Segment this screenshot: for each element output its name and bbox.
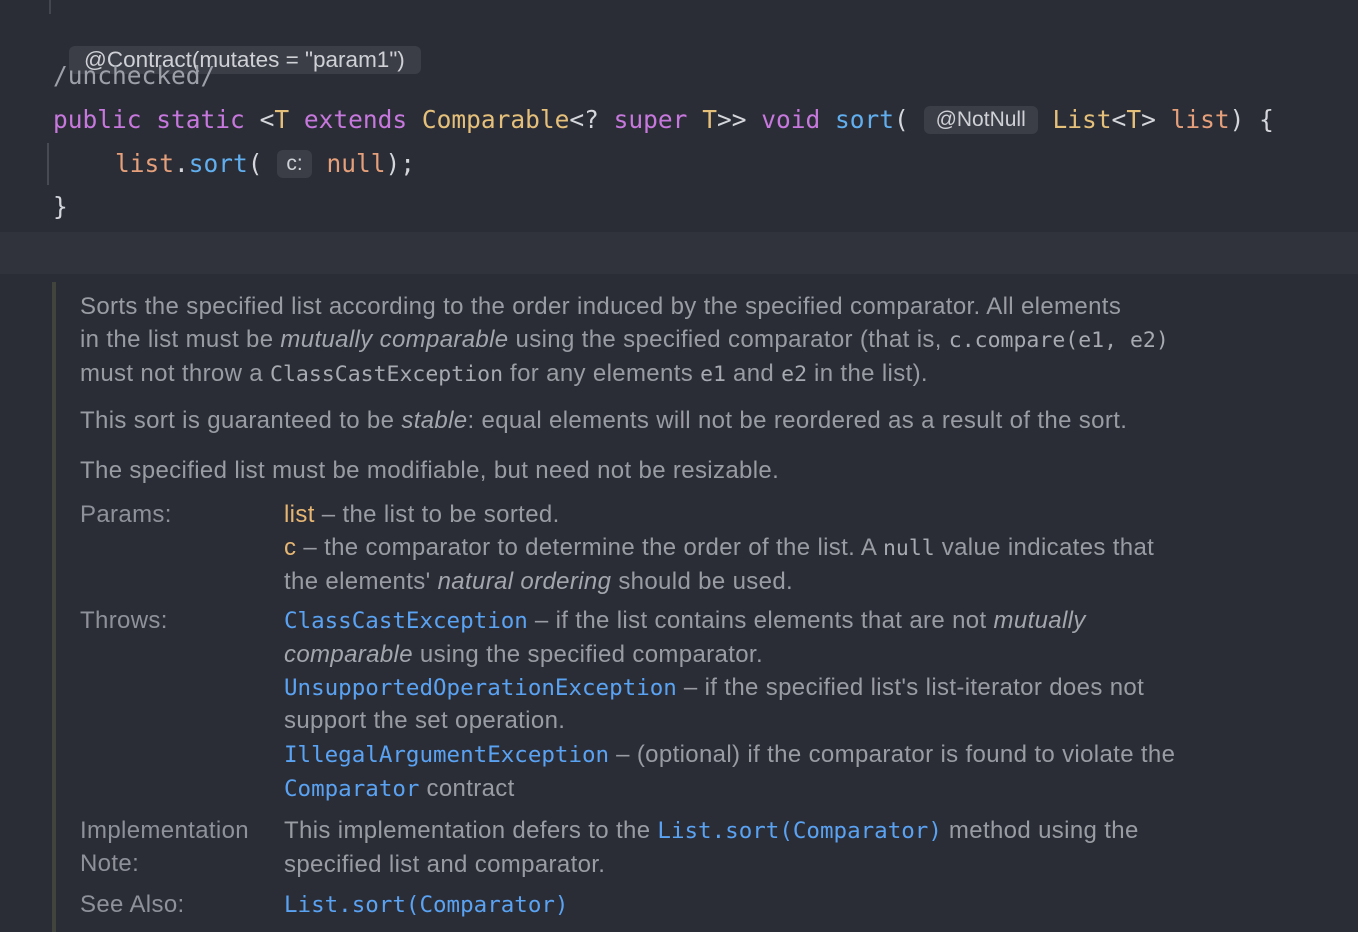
link-classcastexception[interactable]: ClassCastException [284, 608, 528, 634]
kw-static: static [156, 105, 245, 134]
rendered-javadoc: Sorts the specified list according to th… [52, 282, 1358, 932]
impl-note-row-2: specified list and comparator. [284, 851, 606, 878]
text: for any elements [503, 360, 701, 387]
doc-paragraph-3: The specified list must be modifiable, b… [80, 457, 780, 484]
doc-paragraph-1-line-1: Sorts the specified list according to th… [80, 293, 1122, 320]
signature-end: ) { [1229, 105, 1274, 134]
text: – if the list contains elements that are… [527, 607, 994, 634]
caret-row-highlight [0, 232, 1358, 274]
type-param-t-2: T [702, 105, 717, 134]
text: using the specified comparator. [412, 641, 763, 668]
text: method using the [941, 817, 1139, 844]
block-indent-guide [47, 143, 49, 185]
code-compare: c.compare(e1, e2) [948, 328, 1169, 353]
wildcard: <? [569, 105, 614, 134]
emphasis-mutually-comparable: mutually comparable [280, 326, 509, 353]
param-list-row: list – the list to be sorted. [284, 498, 560, 531]
code-null: null [882, 536, 935, 561]
call-end: ); [385, 149, 415, 178]
param-list[interactable]: list [1171, 105, 1230, 134]
param-name-list: list [284, 501, 315, 528]
emphasis-natural-ordering: natural ordering [437, 568, 612, 595]
type-list[interactable]: List [1053, 105, 1112, 134]
text: value indicates that [934, 534, 1155, 561]
impl-note-label-2: Note: [80, 850, 140, 877]
text: in the list). [807, 360, 928, 387]
method-name-sort[interactable]: sort [835, 105, 894, 134]
dot: . [174, 149, 189, 178]
doc-left-bar [52, 282, 56, 932]
code-e1: e1 [700, 362, 726, 387]
throws-row-3b: Comparator contract [284, 772, 515, 806]
text: This sort is guaranteed to be [80, 407, 402, 434]
impl-note-label-1: Implementation [80, 817, 249, 844]
throws-row-1: ClassCastException – if the list contain… [284, 604, 1086, 638]
method-body-line: list.sort( c: null); [115, 149, 415, 178]
text: This implementation defers to the [284, 817, 658, 844]
notnull-inlay-hint[interactable]: @NotNull [923, 106, 1038, 134]
call-paren-open: ( [247, 149, 263, 178]
generic-close: >> [716, 105, 747, 134]
code-e2: e2 [781, 362, 808, 387]
code-editor[interactable]: @Contract(mutates = "param1") /unchecked… [0, 0, 1358, 232]
kw-extends: extends [303, 105, 408, 134]
see-also-label: See Also: [80, 891, 185, 918]
link-unsupportedoperationexception[interactable]: UnsupportedOperationException [284, 675, 677, 701]
text: in the list must be [80, 326, 281, 353]
link-comparator[interactable]: Comparator [284, 776, 419, 802]
gutter-line [49, 0, 51, 14]
text: using the specified comparator (that is, [508, 326, 949, 353]
call-sort[interactable]: sort [189, 149, 248, 178]
text: contract [419, 775, 515, 802]
throws-row-3: IllegalArgumentException – (optional) if… [284, 738, 1175, 772]
param-c-row: c – the comparator to determine the orde… [284, 531, 1154, 565]
generic-close-2: > [1141, 105, 1156, 134]
see-also-row: List.sort(Comparator) [284, 888, 568, 922]
kw-super: super [613, 105, 688, 134]
text: – (optional) if the comparator is found … [609, 741, 1176, 768]
emphasis-comparable: comparable [284, 641, 413, 668]
text: should be used. [611, 568, 794, 595]
generic-open: < [259, 105, 275, 134]
text: and [725, 360, 782, 387]
var-list[interactable]: list [115, 149, 174, 178]
type-param-t-3: T [1126, 105, 1142, 134]
text: : equal elements will not be reordered a… [467, 407, 1128, 434]
link-illegalargumentexception[interactable]: IllegalArgumentException [284, 742, 609, 768]
doc-paragraph-1-line-3: must not throw a ClassCastException for … [80, 357, 928, 391]
paren-open: ( [894, 105, 909, 134]
code-classcastexception: ClassCastException [270, 362, 504, 387]
kw-public: public [53, 105, 142, 134]
params-label: Params: [80, 501, 172, 528]
impl-note-row-1: This implementation defers to the List.s… [284, 814, 1139, 848]
text: – the comparator to determine the order … [296, 534, 883, 561]
throws-row-2: UnsupportedOperationException – if the s… [284, 671, 1144, 705]
param-c-row-2: the elements' natural ordering should be… [284, 565, 793, 598]
emphasis-mutually: mutually [993, 607, 1086, 634]
text: the elements' [284, 568, 438, 595]
type-comparable[interactable]: Comparable [422, 105, 570, 134]
param-c-inlay-hint[interactable]: c: [277, 150, 312, 178]
generic-open-2: < [1111, 105, 1127, 134]
throws-row-1b: comparable using the specified comparato… [284, 638, 763, 671]
param-name-c: c [284, 534, 297, 561]
null-literal: null [326, 149, 386, 178]
throws-label: Throws: [80, 607, 168, 634]
doc-paragraph-2: This sort is guaranteed to be stable: eq… [80, 404, 1127, 437]
link-list-sort-impl[interactable]: List.sort(Comparator) [657, 818, 941, 844]
type-param-t: T [274, 105, 290, 134]
unchecked-comment: /unchecked/ [53, 61, 216, 90]
text: must not throw a [80, 360, 271, 387]
text: – if the specified list's list-iterator … [676, 674, 1145, 701]
method-signature: public static <T extends Comparable<? su… [53, 105, 1274, 134]
throws-row-2b: support the set operation. [284, 707, 566, 734]
link-list-sort-see-also[interactable]: List.sort(Comparator) [284, 892, 568, 918]
emphasis-stable: stable [401, 407, 468, 434]
doc-paragraph-1-line-2: in the list must be mutually comparable … [80, 323, 1169, 357]
text: – the list to be sorted. [314, 501, 560, 528]
kw-void: void [761, 105, 821, 134]
closing-brace: } [53, 192, 68, 221]
